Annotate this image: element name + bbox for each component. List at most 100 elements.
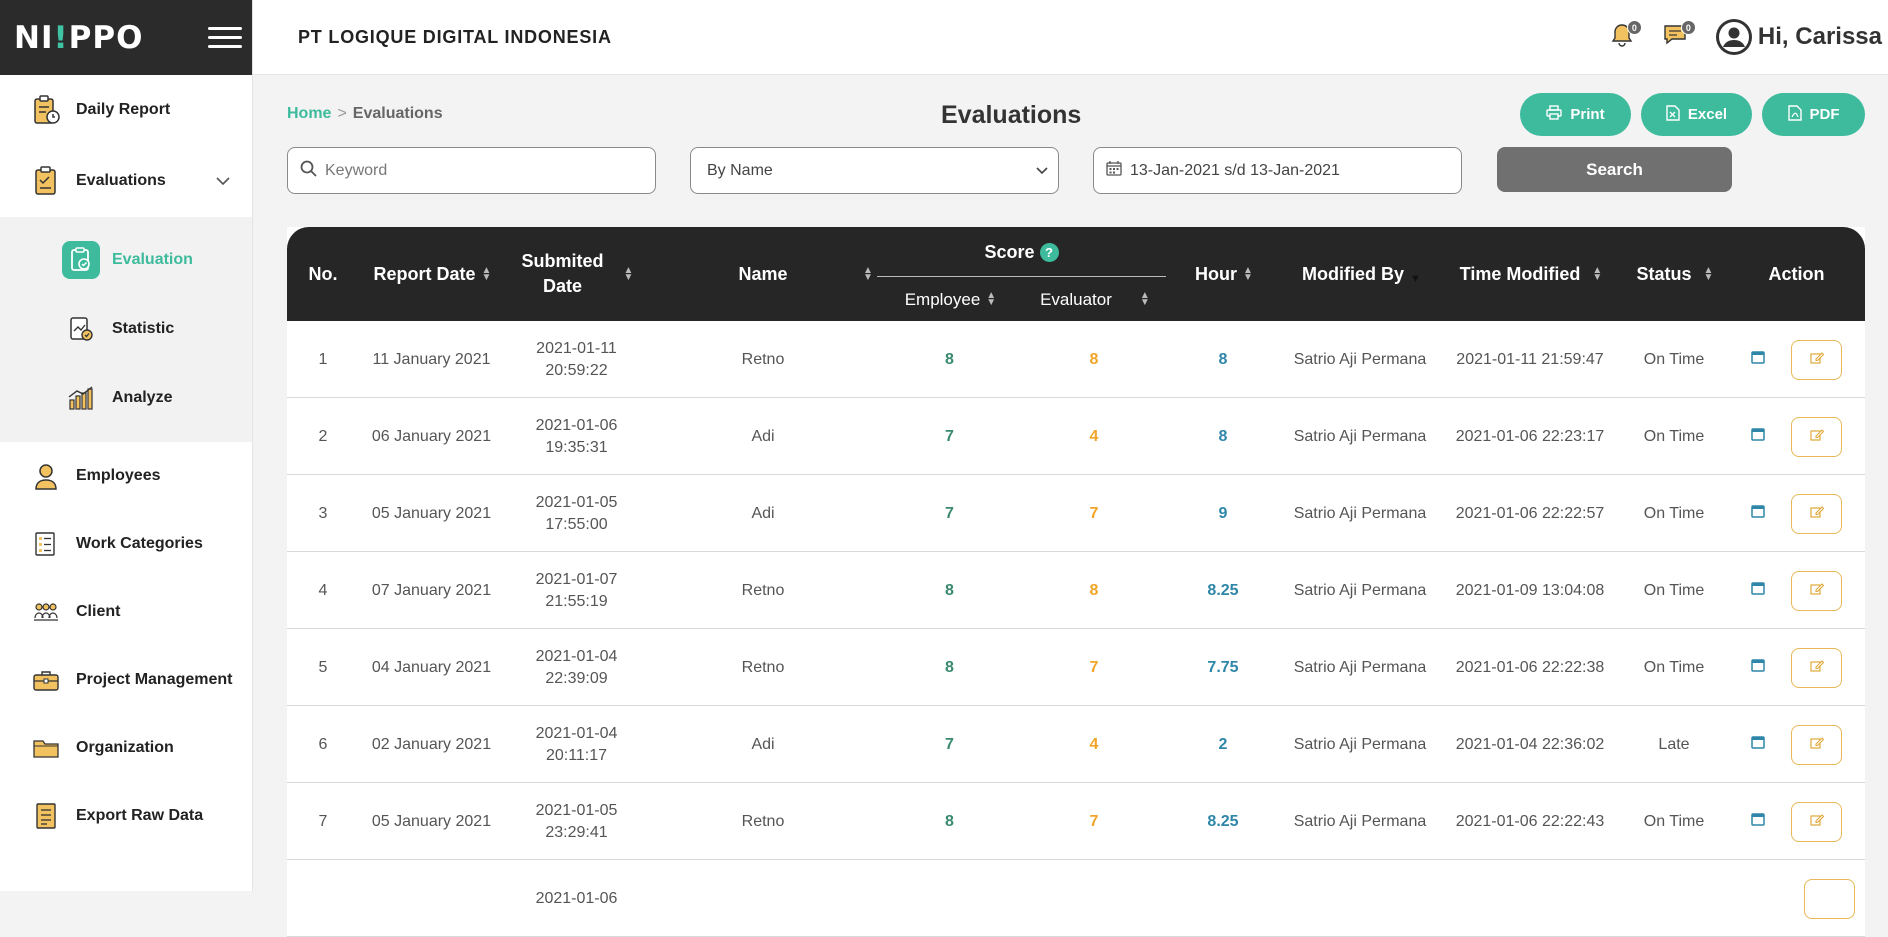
sidebar-item-client[interactable]: Client xyxy=(0,578,252,646)
col-modified-by[interactable]: Modified By ▼ xyxy=(1280,227,1440,321)
user-menu[interactable]: Hi, Carissa xyxy=(1715,19,1882,55)
brand-bar: NI!PPO xyxy=(0,0,252,75)
sidebar-item-evaluations[interactable]: Evaluations xyxy=(0,145,252,217)
edit-icon xyxy=(1809,734,1824,756)
sidebar-item-label: Employees xyxy=(76,467,161,484)
edit-button[interactable] xyxy=(1791,801,1842,842)
window-icon[interactable] xyxy=(1751,734,1765,756)
edit-button[interactable] xyxy=(1791,724,1842,765)
sidebar-item-daily-report[interactable]: Daily Report xyxy=(0,75,252,145)
cell-hour: 9 xyxy=(1218,504,1228,522)
date-range-value: 13-Jan-2021 s/d 13-Jan-2021 xyxy=(1130,161,1340,179)
cell-report-date: 05 January 2021 xyxy=(371,812,492,830)
cell-employee-score: 8 xyxy=(945,812,954,830)
person-icon xyxy=(30,460,62,492)
cell-hour: 8.25 xyxy=(1207,812,1239,830)
edit-icon xyxy=(1809,349,1824,371)
col-evaluator[interactable]: Evaluator ▲ ▼ xyxy=(1022,277,1166,321)
sidebar-item-employees[interactable]: Employees xyxy=(0,442,252,510)
messages-button[interactable]: 0 xyxy=(1662,20,1696,51)
cell-hour: 2 xyxy=(1218,735,1228,753)
menu-toggle-icon[interactable] xyxy=(208,27,242,48)
col-employee[interactable]: Employee ▲ ▼ xyxy=(877,277,1022,321)
window-icon[interactable] xyxy=(1751,503,1765,525)
table-body: 1 11 January 2021 2021-01-11 20:59:22 Retno 8… xyxy=(287,321,1865,937)
window-icon[interactable] xyxy=(1751,811,1765,833)
edit-button[interactable] xyxy=(1791,416,1842,457)
sidebar-item-work-categories[interactable]: Work Categories xyxy=(0,510,252,578)
edit-button[interactable] xyxy=(1791,570,1842,611)
print-label: Print xyxy=(1570,106,1605,123)
chevron-down-icon[interactable] xyxy=(216,173,230,189)
edit-button[interactable] xyxy=(1791,647,1842,688)
cell-no: 1 xyxy=(318,350,328,368)
pdf-file-icon xyxy=(1787,104,1802,125)
window-icon[interactable] xyxy=(1751,349,1765,371)
cell-name: Retno xyxy=(741,581,785,599)
cell-submitted-date: 2021-01-07 21:55:19 xyxy=(535,570,618,610)
logo[interactable]: NI!PPO xyxy=(14,20,143,56)
sidebar-item-evaluation[interactable]: Evaluation xyxy=(0,225,252,294)
filter-bar: Keyword By Name 13-Jan-2021 s/d 13-Jan-2… xyxy=(287,147,1865,194)
printer-icon xyxy=(1546,105,1563,124)
evaluations-submenu: Evaluation Statistic Analyze xyxy=(0,217,252,442)
select-value: By Name xyxy=(707,161,773,179)
edit-button[interactable] xyxy=(1791,493,1842,534)
col-name[interactable]: Name ▲ ▼ xyxy=(649,227,877,321)
sort-icon: ▲ ▼ xyxy=(1592,265,1603,283)
table-row: 6 02 January 2021 2021-01-04 20:11:17 Adi 7 4 2… xyxy=(287,706,1865,783)
notifications-button[interactable]: 0 xyxy=(1608,20,1642,51)
breadcrumb: Home > Evaluations xyxy=(287,105,443,123)
window-icon[interactable] xyxy=(1751,426,1765,448)
edit-button[interactable] xyxy=(1791,339,1842,380)
table-row: 5 04 January 2021 2021-01-04 22:39:09 Retno 8… xyxy=(287,629,1865,706)
col-time-modified[interactable]: Time Modified ▲ ▼ xyxy=(1440,227,1620,321)
table-header: No. Report Date ▲ ▼ Submited Date ▲ ▼ Name ▲ ▼ … xyxy=(287,227,1865,321)
avatar xyxy=(1715,19,1752,55)
sidebar-item-analyze[interactable]: Analyze xyxy=(0,363,252,432)
calendar-icon xyxy=(1106,160,1122,181)
filter-by-select[interactable]: By Name xyxy=(690,147,1059,194)
cell-modified-by: Satrio Aji Permana xyxy=(1293,350,1427,368)
cell-name: Adi xyxy=(751,735,775,753)
cell-name: Adi xyxy=(751,504,775,522)
sidebar-item-organization[interactable]: Organization xyxy=(0,714,252,782)
cell-status xyxy=(1620,860,1728,937)
cell-report-date: 05 January 2021 xyxy=(371,504,492,522)
search-button[interactable]: Search xyxy=(1497,147,1732,192)
col-status[interactable]: Status ▲ ▼ xyxy=(1620,227,1728,321)
cell-no: 2 xyxy=(318,427,328,445)
cell-modified-by: Satrio Aji Permana xyxy=(1293,581,1427,599)
edit-button[interactable] xyxy=(1803,878,1855,919)
col-submitted-date[interactable]: Submited Date ▲ ▼ xyxy=(504,227,649,321)
cell-submitted-date: 2021-01-06 xyxy=(535,889,618,907)
cell-employee-score: 8 xyxy=(945,581,954,599)
sidebar: NI!PPO Daily Report Evaluations Evaluati… xyxy=(0,0,253,891)
search-input[interactable]: Keyword xyxy=(287,147,656,194)
breadcrumb-home[interactable]: Home xyxy=(287,105,331,122)
cell-no: 6 xyxy=(318,735,328,753)
sidebar-item-export-raw-data[interactable]: Export Raw Data xyxy=(0,782,252,850)
col-hour[interactable]: Hour ▲ ▼ xyxy=(1166,227,1280,321)
help-icon[interactable]: ? xyxy=(1039,242,1059,262)
excel-button[interactable]: Excel xyxy=(1641,93,1752,136)
cell-action xyxy=(1728,629,1865,706)
col-report-date[interactable]: Report Date ▲ ▼ xyxy=(359,227,504,321)
sidebar-item-project-management[interactable]: Project Management xyxy=(0,646,252,714)
cell-no: 4 xyxy=(318,581,328,599)
date-range-input[interactable]: 13-Jan-2021 s/d 13-Jan-2021 xyxy=(1093,147,1462,194)
pdf-label: PDF xyxy=(1809,106,1840,123)
print-button[interactable]: Print xyxy=(1520,93,1631,136)
clipboard-check-icon xyxy=(62,240,100,279)
cell-time-modified: 2021-01-06 22:22:43 xyxy=(1455,812,1605,830)
sidebar-item-label: Analyze xyxy=(112,388,173,406)
window-icon[interactable] xyxy=(1751,580,1765,602)
table-row: 7 05 January 2021 2021-01-05 23:29:41 Retno 8… xyxy=(287,783,1865,860)
edit-icon xyxy=(1809,657,1824,679)
col-action: Action xyxy=(1768,263,1825,284)
sidebar-item-statistic[interactable]: Statistic xyxy=(0,294,252,363)
window-icon[interactable] xyxy=(1751,657,1765,679)
pdf-button[interactable]: PDF xyxy=(1762,93,1865,136)
chart-doc-icon xyxy=(62,310,100,348)
page-title: Evaluations xyxy=(941,101,1082,129)
